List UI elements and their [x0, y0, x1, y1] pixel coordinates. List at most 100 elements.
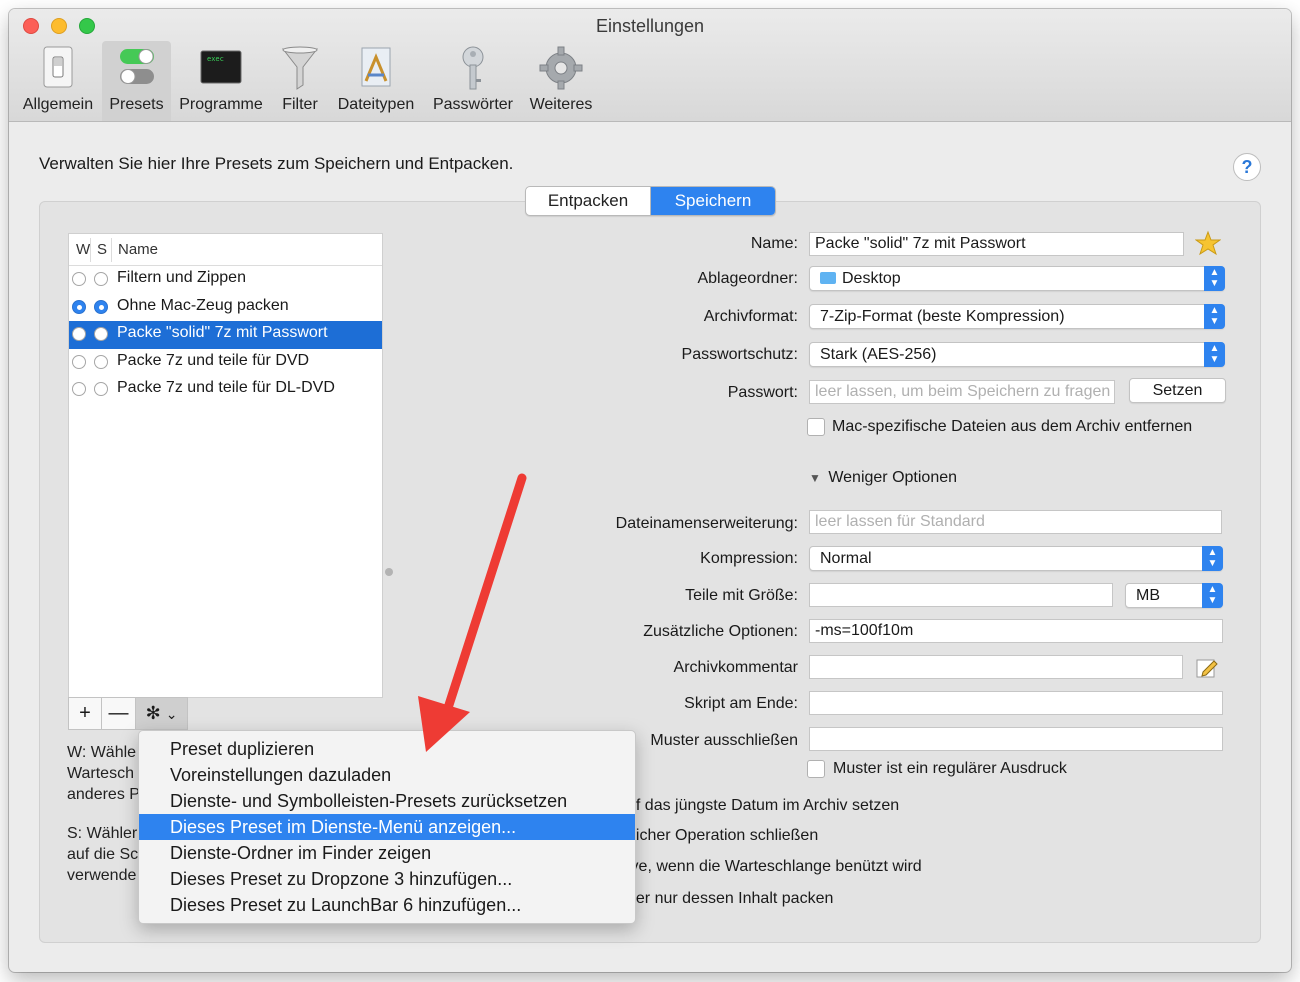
- key-icon: [462, 46, 484, 90]
- popup-arrows-icon: ▲ ▼: [1204, 266, 1225, 291]
- menu-item[interactable]: Dieses Preset zu LaunchBar 6 hinzufügen.…: [139, 892, 635, 918]
- menu-item-highlighted[interactable]: Dieses Preset im Dienste-Menü anzeigen..…: [139, 814, 635, 840]
- add-preset-button[interactable]: +: [68, 697, 102, 730]
- folder-label: Ablageordner:: [697, 270, 798, 287]
- script-label: Skript am Ende:: [684, 695, 798, 712]
- mac-files-checkbox[interactable]: [807, 418, 825, 436]
- toolbar-item-dateitypen[interactable]: Dateitypen: [332, 41, 420, 121]
- preferences-window: Einstellungen Allgemein Presets exec Pro…: [9, 9, 1291, 972]
- menu-item[interactable]: Dienste- und Symbolleisten-Presets zurüc…: [139, 788, 635, 814]
- menu-item[interactable]: Dienste-Ordner im Finder zeigen: [139, 840, 635, 866]
- toolbar-label: Programme: [179, 96, 263, 113]
- folder-popup[interactable]: Desktop ▲ ▼: [809, 266, 1225, 291]
- gear-icon: ✻: [145, 703, 161, 723]
- segment-speichern[interactable]: Speichern: [651, 187, 775, 215]
- preset-row[interactable]: Packe 7z und teile für DL-DVD: [69, 376, 382, 404]
- chevron-down-icon: ⌄: [165, 706, 178, 722]
- preset-name: Ohne Mac-Zeug packen: [117, 296, 289, 314]
- s-info-text: S: Wähler auf die Sc verwende: [67, 825, 139, 884]
- w-radio[interactable]: [72, 272, 86, 286]
- password-label: Passwort:: [727, 384, 798, 401]
- split-label: Teile mit Größe:: [685, 587, 798, 604]
- s-radio[interactable]: [94, 299, 108, 314]
- help-button[interactable]: ?: [1233, 153, 1261, 181]
- toolbar-label: Allgemein: [22, 96, 94, 113]
- s-radio[interactable]: [94, 272, 108, 286]
- toolbar-item-programme[interactable]: exec Programme: [175, 41, 267, 121]
- split-unit-popup[interactable]: MB ▲ ▼: [1125, 583, 1223, 608]
- menu-item[interactable]: Preset duplizieren: [139, 736, 635, 762]
- preset-name: Packe "solid" 7z mit Passwort: [117, 324, 328, 341]
- split-size-field[interactable]: [809, 583, 1113, 607]
- column-header-w[interactable]: W: [76, 241, 90, 258]
- s-radio[interactable]: [94, 354, 108, 369]
- disclosure-triangle-icon: ▼: [809, 471, 821, 485]
- document-icon: [361, 47, 391, 87]
- preset-row-selected[interactable]: Packe "solid" 7z mit Passwort: [69, 321, 382, 349]
- star-icon[interactable]: [1195, 230, 1221, 256]
- compression-popup[interactable]: Normal ▲ ▼: [809, 546, 1223, 571]
- popup-arrows-icon: ▲ ▼: [1202, 546, 1223, 571]
- toolbar-item-filter[interactable]: Filter: [272, 41, 328, 121]
- name-field[interactable]: Packe "solid" 7z mit Passwort: [809, 232, 1184, 256]
- toolbar-label: Presets: [109, 96, 164, 113]
- w-radio[interactable]: [72, 354, 86, 369]
- close-option-label: eicher Operation schließen: [627, 827, 819, 844]
- titlebar: Einstellungen Allgemein Presets exec Pro…: [9, 9, 1291, 122]
- set-password-button[interactable]: Setzen: [1129, 378, 1226, 403]
- toolbar-label: Passwörter: [432, 96, 514, 113]
- toolbar-item-passwoerter[interactable]: Passwörter: [425, 41, 521, 121]
- w-radio[interactable]: [72, 299, 86, 314]
- w-info-text: W: Wähle Wartesch anderes P: [67, 744, 140, 803]
- format-popup[interactable]: 7-Zip-Format (beste Kompression) ▲ ▼: [809, 304, 1225, 329]
- segment-entpacken[interactable]: Entpacken: [526, 187, 651, 215]
- edit-pencil-icon[interactable]: [1195, 656, 1219, 680]
- preset-row[interactable]: Packe 7z und teile für DVD: [69, 349, 382, 377]
- extra-options-field[interactable]: -ms=100f10m: [809, 619, 1223, 643]
- toggles-icon: [119, 49, 154, 84]
- splitter-handle[interactable]: [385, 568, 393, 576]
- s-radio[interactable]: [94, 382, 108, 396]
- exclude-field[interactable]: [809, 727, 1223, 751]
- toolbar-item-presets[interactable]: Presets: [102, 41, 171, 121]
- script-field[interactable]: [809, 691, 1223, 715]
- menu-item[interactable]: Voreinstellungen dazuladen: [139, 762, 635, 788]
- preset-list: W S Name Filtern und Zippen Ohne Mac-Zeu…: [68, 233, 383, 698]
- preset-name: Packe 7z und teile für DL-DVD: [117, 379, 335, 396]
- w-radio[interactable]: [72, 327, 86, 341]
- preset-name: Filtern und Zippen: [117, 269, 246, 286]
- s-radio[interactable]: [94, 327, 108, 341]
- column-header-name[interactable]: Name: [118, 241, 158, 258]
- extension-field[interactable]: leer lassen für Standard: [809, 510, 1222, 534]
- regex-checkbox[interactable]: [807, 760, 825, 778]
- popup-arrows-icon: ▲ ▼: [1204, 342, 1225, 367]
- regex-label: Muster ist ein regulärer Ausdruck: [833, 760, 1067, 777]
- format-label: Archivformat:: [703, 308, 798, 325]
- queue-option-label: ive, wenn die Warteschlange benützt wird: [627, 858, 922, 875]
- mac-files-label: Mac-spezifische Dateien aus dem Archiv e…: [832, 418, 1193, 435]
- preset-row[interactable]: Ohne Mac-Zeug packen: [69, 294, 382, 322]
- remove-preset-button[interactable]: —: [102, 697, 136, 730]
- list-header: W S Name: [69, 234, 382, 266]
- fewer-options-toggle[interactable]: ▼ Weniger Optionen: [809, 469, 957, 487]
- intro-text: Verwalten Sie hier Ihre Presets zum Spei…: [39, 154, 514, 173]
- password-field[interactable]: leer lassen, um beim Speichern zu fragen: [809, 380, 1115, 404]
- column-header-s[interactable]: S: [97, 241, 107, 258]
- compression-label: Kompression:: [700, 550, 798, 567]
- folder-icon: [820, 272, 836, 284]
- comment-field[interactable]: [809, 655, 1183, 679]
- switch-icon: [43, 46, 73, 88]
- preset-row[interactable]: Filtern und Zippen: [69, 266, 382, 294]
- gear-menu-button[interactable]: ✻ ⌄: [136, 697, 188, 730]
- popup-arrows-icon: ▲ ▼: [1202, 583, 1223, 608]
- toolbar-item-allgemein[interactable]: Allgemein: [14, 41, 102, 121]
- pwprotect-popup[interactable]: Stark (AES-256) ▲ ▼: [809, 342, 1225, 367]
- toolbar-item-weiteres[interactable]: Weiteres: [523, 41, 599, 121]
- terminal-badge: exec: [207, 55, 224, 63]
- gear-context-menu: Preset duplizieren Voreinstellungen dazu…: [138, 730, 636, 924]
- toolbar-label: Dateitypen: [337, 96, 415, 113]
- toolbar-label: Filter: [282, 96, 318, 113]
- mode-segmented-control: Entpacken Speichern: [525, 186, 776, 216]
- menu-item[interactable]: Dieses Preset zu Dropzone 3 hinzufügen..…: [139, 866, 635, 892]
- w-radio[interactable]: [72, 382, 86, 396]
